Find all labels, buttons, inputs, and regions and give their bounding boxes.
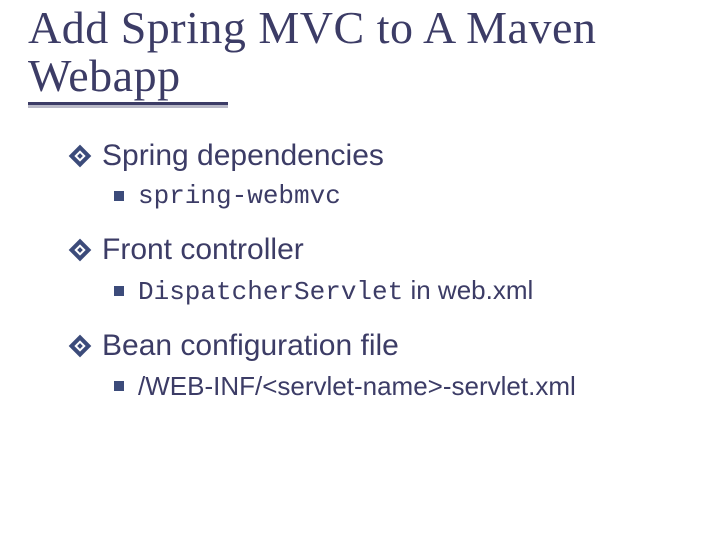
item-heading: Spring dependencies [102,139,384,173]
item-heading: Front controller [102,233,304,267]
subitem-text: DispatcherServlet in web.xml [138,275,533,307]
list-item: Bean configuration file [72,329,692,363]
list-subitem: /WEB-INF/<servlet-name>-servlet.xml [114,371,692,402]
slide: Add Spring MVC to A Maven Webapp Spring … [0,0,720,540]
subitem-code: spring-webmvc [138,181,341,211]
slide-content: Spring dependencies spring-webmvc Front … [72,139,692,402]
list-subitem: DispatcherServlet in web.xml [114,275,692,307]
diamond-bullet-icon [72,148,88,164]
diamond-bullet-icon [72,338,88,354]
title-underline [28,102,228,105]
item-heading: Bean configuration file [102,329,399,363]
square-bullet-icon [114,381,124,391]
diamond-bullet-icon [72,242,88,258]
square-bullet-icon [114,286,124,296]
square-bullet-icon [114,191,124,201]
list-subitem: spring-webmvc [114,181,692,211]
title-line-1: Add Spring MVC to A Maven [28,2,596,53]
list-item: Spring dependencies [72,139,692,173]
subitem-code: DispatcherServlet [138,277,403,307]
subitem-text: /WEB-INF/<servlet-name>-servlet.xml [138,371,576,402]
subitem-tail: in web.xml [403,275,533,305]
title-line-2: Webapp [28,50,181,101]
list-item: Front controller [72,233,692,267]
slide-title: Add Spring MVC to A Maven Webapp [28,4,692,100]
